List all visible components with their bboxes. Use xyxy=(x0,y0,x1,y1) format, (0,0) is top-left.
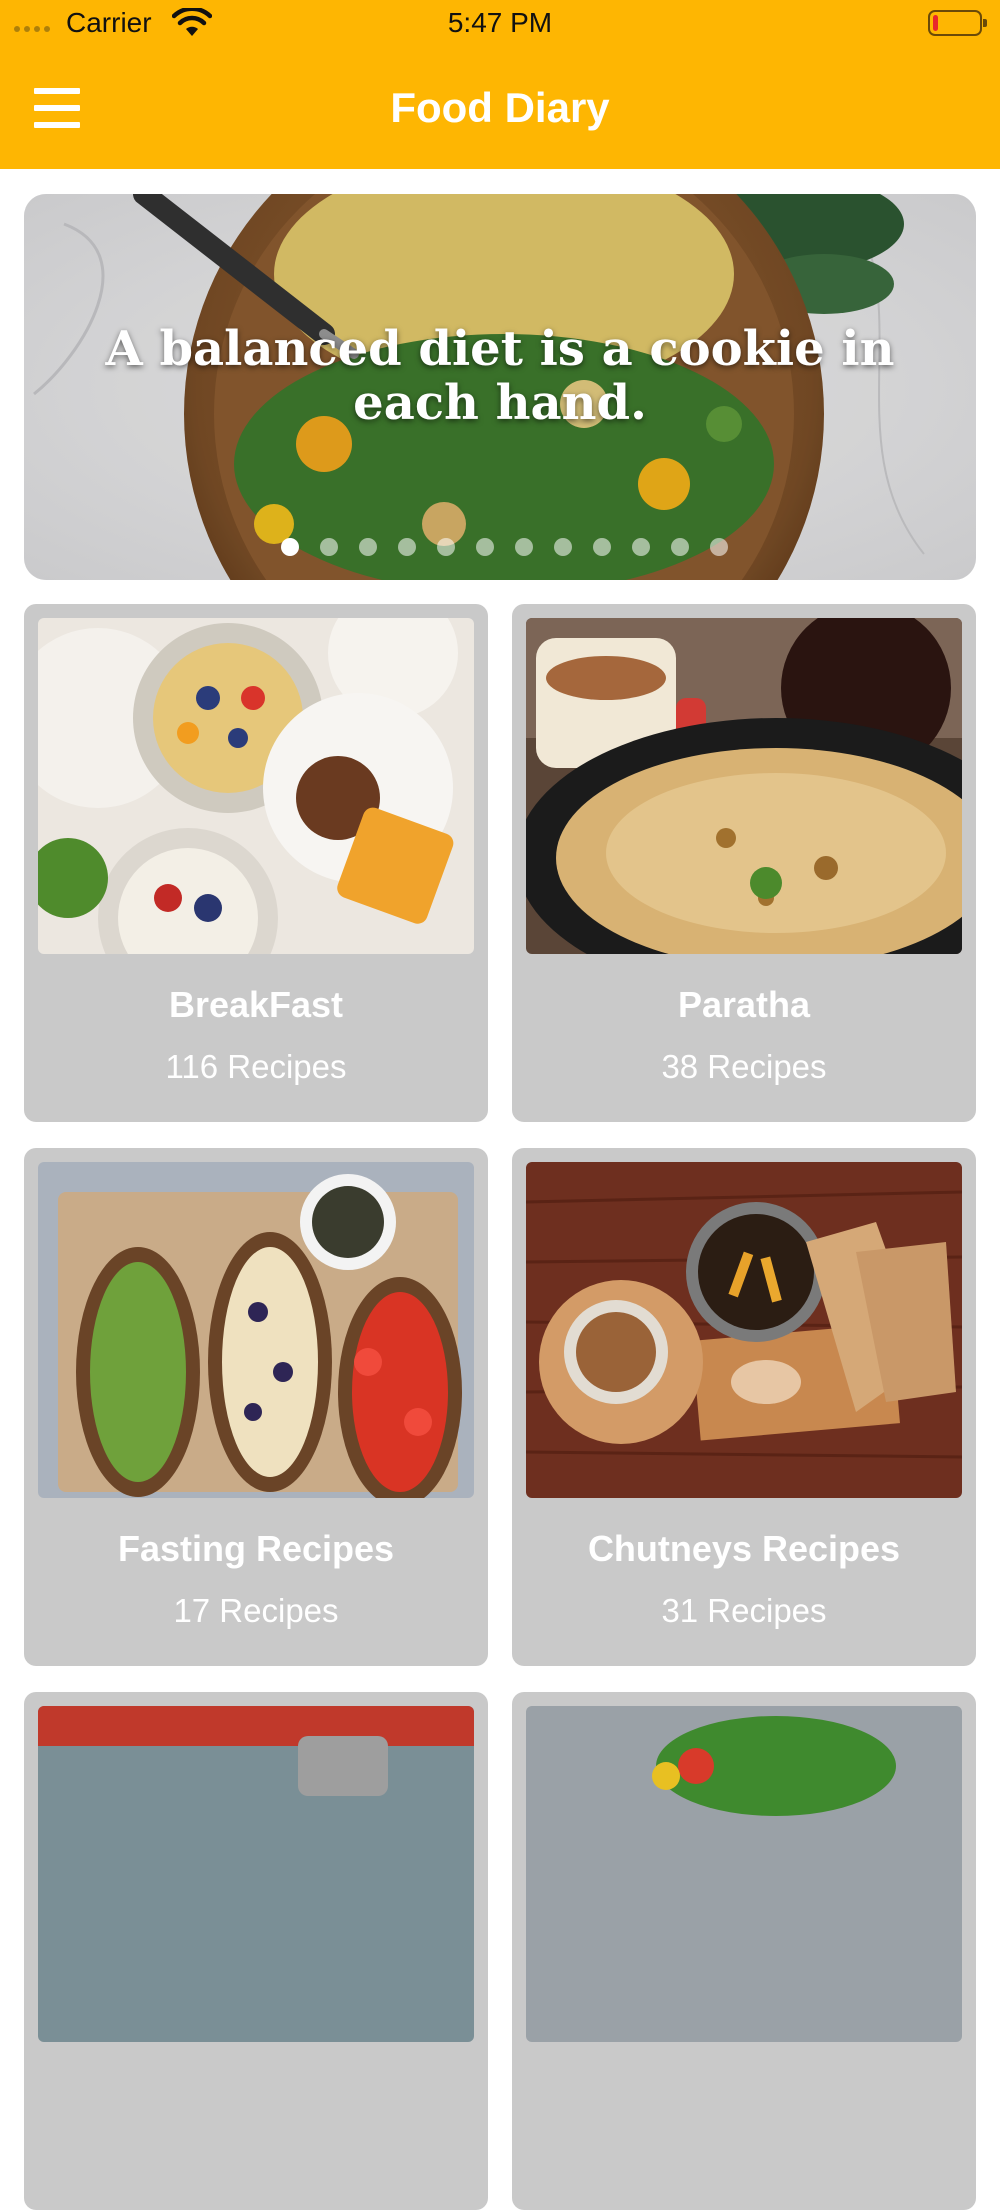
category-5-image xyxy=(38,1706,474,2042)
category-card-paratha[interactable]: Paratha 38 Recipes xyxy=(512,604,976,1122)
carousel-dot-10[interactable] xyxy=(631,538,650,556)
paratha-image xyxy=(526,618,962,954)
chutneys-recipes-image xyxy=(526,1162,962,1498)
breakfast-image xyxy=(38,618,474,954)
carousel-page-indicator[interactable] xyxy=(24,538,976,556)
navigation-bar: Food Diary xyxy=(0,46,1000,169)
carousel-dot-11[interactable] xyxy=(670,538,689,556)
banner-carousel[interactable]: A balanced diet is a cookie in each hand… xyxy=(24,194,976,580)
page-title: Food Diary xyxy=(390,84,610,131)
category-recipe-count: 116 Recipes xyxy=(165,1048,347,1085)
category-card-breakfast[interactable]: BreakFast 116 Recipes xyxy=(24,604,488,1122)
carousel-dot-8[interactable] xyxy=(553,538,572,556)
carousel-dot-12[interactable] xyxy=(709,538,728,556)
category-6-image xyxy=(526,1706,962,2042)
carousel-dot-1[interactable] xyxy=(280,538,299,556)
category-name: Fasting Recipes xyxy=(117,1528,395,1569)
battery-level xyxy=(933,15,938,31)
status-bar: Carrier 5:47 PM xyxy=(0,0,1000,46)
category-recipe-count: 38 Recipes xyxy=(661,1048,827,1085)
category-card-5[interactable] xyxy=(24,1692,488,2210)
category-name: Paratha xyxy=(677,984,811,1025)
carousel-dot-9[interactable] xyxy=(592,538,611,556)
banner-quote: A balanced diet is a cookie in each hand… xyxy=(105,321,895,431)
carousel-dot-6[interactable] xyxy=(475,538,494,556)
top-bar: Carrier 5:47 PM Food Diary xyxy=(0,0,1000,169)
carousel-dot-7[interactable] xyxy=(514,538,533,556)
battery-icon xyxy=(928,10,987,36)
carousel-dot-3[interactable] xyxy=(358,538,377,556)
category-card-fasting-recipes[interactable]: Fasting Recipes 17 Recipes xyxy=(24,1148,488,1666)
status-time: 5:47 PM xyxy=(447,7,553,38)
category-name: BreakFast xyxy=(168,984,344,1025)
category-card-6[interactable] xyxy=(512,1692,976,2210)
category-recipe-count: 31 Recipes xyxy=(661,1592,827,1629)
category-name: Chutneys Recipes xyxy=(587,1528,901,1569)
carousel-dot-2[interactable] xyxy=(319,538,338,556)
fasting-recipes-image xyxy=(38,1162,474,1498)
category-recipe-count: 17 Recipes xyxy=(173,1592,339,1629)
carousel-dot-4[interactable] xyxy=(397,538,416,556)
carousel-dot-5[interactable] xyxy=(436,538,455,556)
category-card-chutneys-recipes[interactable]: Chutneys Recipes 31 Recipes xyxy=(512,1148,976,1666)
